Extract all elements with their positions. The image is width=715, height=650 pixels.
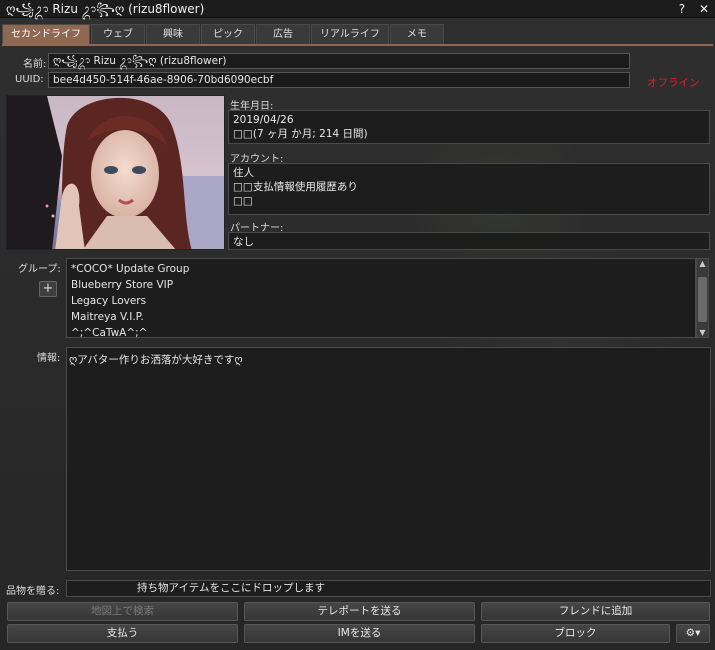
- inventory-drop-zone[interactable]: 持ち物アイテムをここにドロップします: [66, 580, 711, 597]
- tab-underline: [2, 44, 713, 46]
- send-im-button[interactable]: IMを送る: [244, 624, 475, 643]
- account-age: □□(7 ヶ月 か月; 214 日間): [233, 128, 368, 140]
- about-label: 情報:: [37, 353, 61, 364]
- group-list: *COCO* Update Group Blueberry Store VIP …: [66, 258, 696, 338]
- block-button[interactable]: ブロック: [481, 624, 670, 643]
- close-icon[interactable]: ✕: [699, 2, 709, 16]
- tab-classifieds[interactable]: 広告: [256, 24, 310, 44]
- window-title: ღ꧁ᬊ Rizu ᬊ꧂ღ (rizu8flower): [6, 2, 205, 16]
- account-extra: □□: [233, 195, 253, 207]
- give-item-label: 品物を贈る:: [6, 586, 60, 597]
- add-group-button[interactable]: +: [39, 281, 57, 297]
- tab-notes[interactable]: メモ: [389, 24, 444, 44]
- list-item[interactable]: *COCO* Update Group: [71, 261, 691, 277]
- tab-interests[interactable]: 興味: [146, 24, 200, 44]
- account-box: 住人 □□支払情報使用履歴あり □□: [228, 163, 710, 215]
- uuid-field[interactable]: bee4d450-514f-46ae-8906-70bd6090ecbf: [48, 72, 630, 88]
- list-item[interactable]: ^;^CaTwA^;^: [71, 325, 691, 337]
- scroll-up-icon[interactable]: ▲: [697, 259, 708, 268]
- gear-icon[interactable]: ⚙▾: [676, 624, 710, 643]
- name-label: 名前:: [23, 59, 47, 70]
- tab-bar: セカンドライフ ウェブ 興味 ピック 広告 リアルライフ メモ: [2, 24, 445, 44]
- partner-value: なし: [228, 232, 710, 250]
- help-icon[interactable]: ?: [679, 2, 685, 16]
- about-text: ღアバター作りお洒落が大好きですღ: [69, 354, 243, 366]
- online-status: オフライン: [647, 77, 700, 89]
- account-type: 住人: [233, 167, 254, 179]
- profile-picture[interactable]: [6, 95, 225, 250]
- tab-picks[interactable]: ピック: [201, 24, 255, 44]
- tab-real-life[interactable]: リアルライフ: [311, 24, 389, 44]
- name-field[interactable]: ღ꧁ᬊ Rizu ᬊ꧂ღ (rizu8flower): [48, 53, 630, 69]
- list-item[interactable]: Blueberry Store VIP: [71, 277, 691, 293]
- find-on-map-button[interactable]: 地図上で検索: [7, 602, 238, 621]
- payment-info: □□支払情報使用履歴あり: [233, 181, 358, 193]
- scroll-down-icon[interactable]: ▼: [697, 328, 708, 337]
- birthdate-value: 2019/04/26: [233, 114, 294, 126]
- uuid-label: UUID:: [15, 74, 44, 85]
- tab-web[interactable]: ウェブ: [91, 24, 145, 44]
- group-scrollbar[interactable]: ▲ ▼: [696, 258, 709, 338]
- list-item[interactable]: Maitreya V.I.P.: [71, 309, 691, 325]
- groups-label: グループ:: [18, 264, 61, 275]
- title-bar: ღ꧁ᬊ Rizu ᬊ꧂ღ (rizu8flower) ? ✕: [0, 0, 715, 18]
- about-textarea[interactable]: ღアバター作りお洒落が大好きですღ: [66, 347, 711, 571]
- profile-picture-image: [7, 96, 224, 249]
- tab-second-life[interactable]: セカンドライフ: [2, 24, 90, 44]
- scroll-thumb[interactable]: [698, 277, 707, 322]
- pay-button[interactable]: 支払う: [7, 624, 238, 643]
- list-item[interactable]: Legacy Lovers: [71, 293, 691, 309]
- teleport-button[interactable]: テレポートを送る: [244, 602, 475, 621]
- birthdate-box: 2019/04/26 □□(7 ヶ月 か月; 214 日間): [228, 110, 710, 144]
- add-friend-button[interactable]: フレンドに追加: [481, 602, 710, 621]
